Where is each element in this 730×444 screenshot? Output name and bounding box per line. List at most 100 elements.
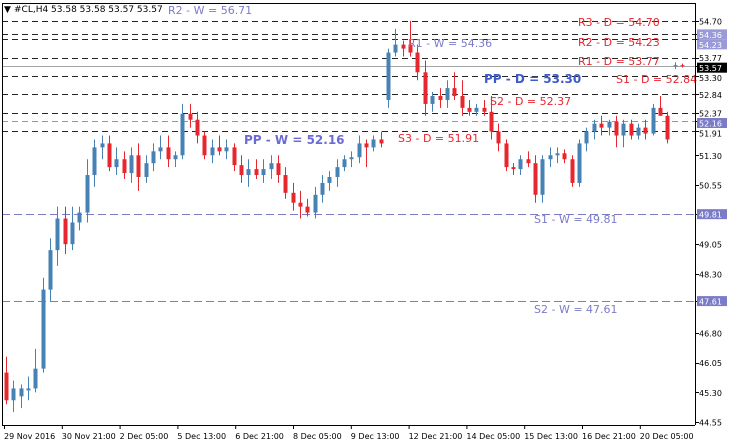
candle [371,135,376,152]
time-tick: 6 Dec 21:00 [235,425,284,441]
price-tick-label: 49.81 [699,211,722,220]
candle-body [129,155,134,174]
candle-body [48,250,53,290]
price-tick-label: 54.36 [699,31,722,40]
candle [540,155,545,203]
candle-body [4,372,9,401]
price-tick-label: 52.16 [699,119,722,128]
candle-body [11,388,16,401]
candle [562,149,567,164]
price-tick-label: 47.61 [699,298,722,307]
price-tick: 46.80 [695,330,722,339]
candle-body [298,202,303,207]
level-label: S1 - D = 52.84 [616,73,697,86]
candle [180,103,185,160]
price-tick-label: 52.84 [699,91,722,100]
price-tick: 52.37 [695,109,722,118]
price-tick-label: 53.30 [699,74,722,83]
time-tick: 20 Dec 05:00 [639,425,694,441]
candle [570,155,575,187]
price-tick-label: 48.30 [699,270,722,279]
candle-body [41,289,46,369]
candle [188,103,193,128]
candle-body [254,169,259,176]
candle [136,143,141,191]
candle [92,139,97,187]
price-tick: 53.57 [695,62,727,73]
candle-body [122,159,127,174]
price-tick: 54.23 [695,39,727,50]
time-tick-label: 16 Dec 21:00 [582,432,636,441]
candle [276,155,281,183]
candle-body [136,155,141,178]
time-tick: 12 Dec 21:00 [408,425,462,441]
candle-body [533,163,538,195]
candle [599,115,604,136]
candle [658,96,663,116]
candle-body [224,147,229,152]
candle-body [643,127,648,134]
price-tick: 50.55 [695,181,722,190]
candle [100,135,105,160]
price-tick: 45.30 [695,389,722,398]
candle [33,348,38,393]
level-label: R2 - D = 54.23 [578,36,660,49]
price-tick: 53.30 [695,74,722,83]
symbol-header: ▼ #CL,H4 53.58 53.58 53.57 53.57 [4,5,163,15]
level-label: R2 - W = 56.71 [168,4,252,17]
price-tick: 51.91 [695,129,722,138]
time-tick: 30 Nov 21:00 [61,425,116,441]
price-axis[interactable]: 54.70 54.3654.23 53.7753.5753.30 52.84 52.37… [695,17,727,428]
time-tick: 9 Dec 13:00 [350,425,400,441]
level-label: S1 - W = 49.81 [534,213,618,226]
candle [151,143,156,172]
symbol-dropdown-icon[interactable]: ▼ [4,5,11,15]
candle-body [577,143,582,183]
candle [19,384,24,409]
candle-body [511,167,516,170]
candle [254,159,259,179]
time-axis[interactable]: 29 Nov 2016 30 Nov 21:00 2 Dec 05:00 5 Dec … [4,425,694,441]
price-tick-label: 44.55 [699,419,722,428]
time-tick-label: 29 Nov 2016 [4,432,55,441]
candle [673,62,678,70]
time-tick-label: 9 Dec 13:00 [351,432,400,441]
candle-body [614,121,619,136]
candle [614,115,619,148]
time-tick-label: 8 Dec 05:00 [293,432,342,441]
candle-body [173,155,178,160]
candle-body [636,127,641,136]
candle [70,206,75,251]
candle [364,139,369,168]
candle [393,28,398,57]
candle-body [607,121,612,128]
level-label: PP - D = 53.30 [484,72,581,86]
candle [173,151,178,168]
candle-body [570,159,575,183]
candle-body [283,175,288,193]
candle-body [151,151,156,164]
time-tick-label: 30 Nov 21:00 [62,432,116,441]
candle-body [232,147,237,166]
candle-body [188,113,193,120]
price-tick: 51.30 [695,152,722,161]
symbol-info: #CL,H4 53.58 53.58 53.57 53.57 [14,5,163,15]
price-tick: 53.77 [695,54,722,63]
candle [202,131,207,160]
candle-body [518,159,523,170]
candle-body [555,153,560,156]
time-tick: 15 Dec 13:00 [524,425,578,441]
candle-body [379,139,384,144]
candle-body [77,212,82,223]
candle [357,135,362,164]
price-tick-label: 46.05 [699,359,722,368]
price-chart[interactable]: R3 - D = 54.70 R2 - D = 54.23 R1 - D = 53.… [0,0,730,444]
candle [555,147,560,164]
candle-body [482,107,487,112]
candle-body [26,388,31,391]
candle-body [19,388,24,397]
candle [518,155,523,176]
candle-body [430,96,435,104]
time-tick-label: 6 Dec 21:00 [235,432,284,441]
candle-body [548,155,553,160]
